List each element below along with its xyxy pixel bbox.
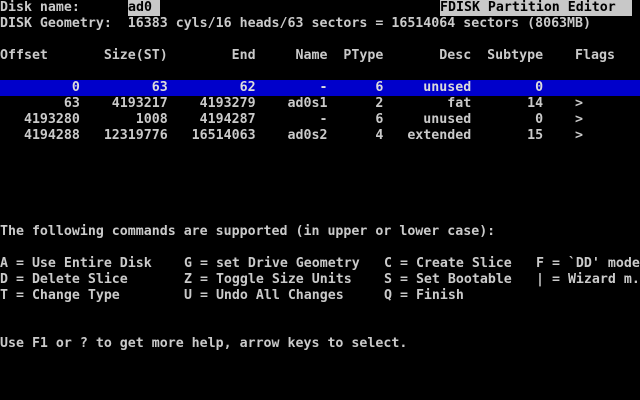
command-a: A = Use Entire Disk	[0, 256, 152, 271]
command-u: U = Undo All Changes	[184, 288, 344, 303]
table-row[interactable]: 4193280 1008 4194287 - 6 unused 0 >	[0, 112, 640, 128]
command-q: Q = Finish	[384, 288, 464, 303]
command-grid: A = Use Entire Disk G = set Drive Geometr…	[0, 256, 640, 304]
help-line: Use F1 or ? to get more help, arrow keys…	[0, 336, 408, 351]
command-f: F = `DD' mode	[536, 256, 640, 271]
command-t: T = Change Type	[0, 288, 120, 303]
table-row[interactable]: 63 4193217 4193279 ad0s1 2 fat 14 >	[0, 96, 640, 112]
page-title: FDISK Partition Editor	[440, 0, 632, 16]
slice-table-rows: 0 63 62 - 6 unused 0 63 4193217 4193279 …	[0, 80, 640, 144]
command-z: Z = Toggle Size Units	[184, 272, 352, 287]
slice-table-header: Offset Size(ST) End Name PType Desc Subt…	[0, 48, 615, 63]
disk-name-value: ad0	[128, 0, 160, 16]
command-s: S = Set Bootable	[384, 272, 512, 287]
fdisk-partition-editor-screen: Disk name: ad0 FDISK Partition Editor DI…	[0, 0, 640, 400]
command-d: D = Delete Slice	[0, 272, 128, 287]
command-c: C = Create Slice	[384, 256, 512, 271]
command-g: G = set Drive Geometry	[184, 256, 360, 271]
commands-intro: The following commands are supported (in…	[0, 224, 496, 239]
table-row[interactable]: 4194288 12319776 16514063 ad0s2 4 extend…	[0, 128, 640, 144]
table-row[interactable]: 0 63 62 - 6 unused 0	[0, 80, 640, 96]
disk-name-label: Disk name:	[0, 0, 80, 15]
disk-geometry-line: DISK Geometry: 16383 cyls/16 heads/63 se…	[0, 16, 592, 31]
command-pipe: | = Wizard m.	[536, 272, 640, 287]
